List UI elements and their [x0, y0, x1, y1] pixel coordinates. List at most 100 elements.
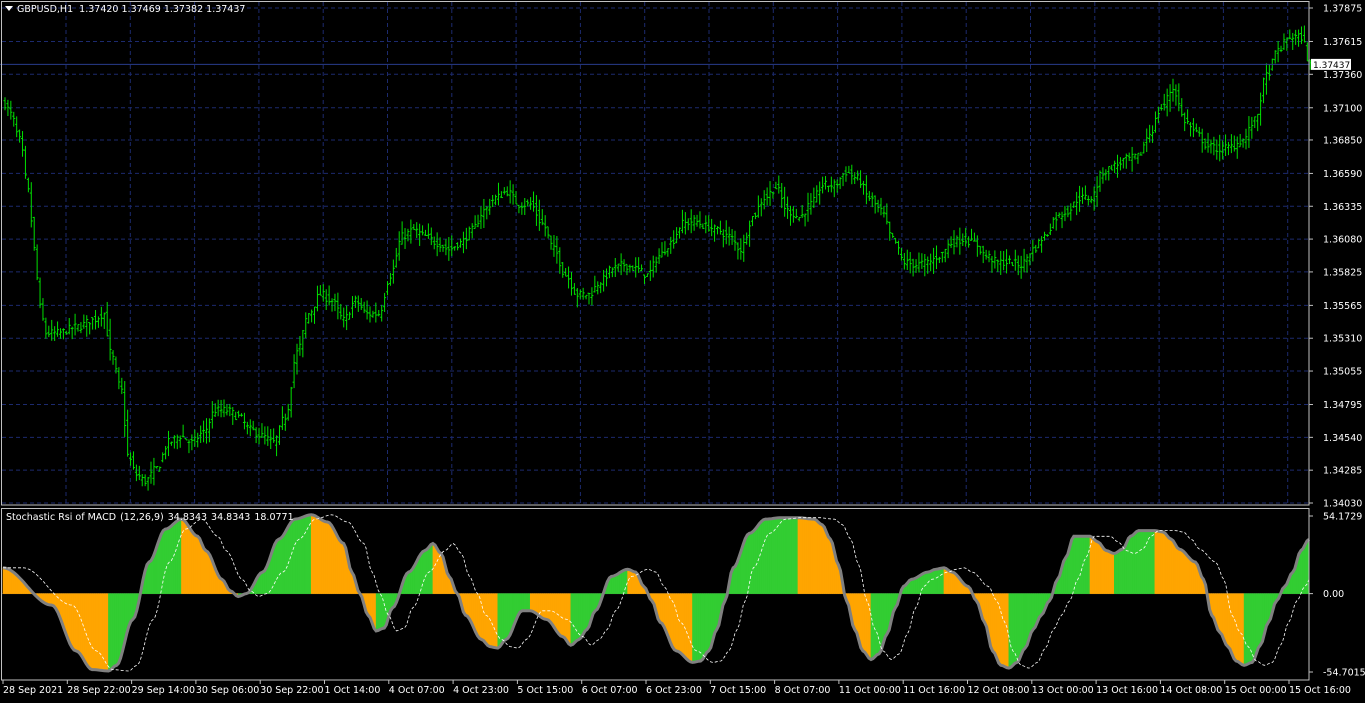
histogram-segment — [1238, 594, 1240, 663]
price-label: 1.34540 — [1323, 433, 1362, 444]
histogram-segment — [699, 594, 701, 662]
histogram-segment — [1189, 558, 1191, 594]
price-label: 1.35565 — [1323, 301, 1362, 312]
time-axis[interactable]: 28 Sep 202128 Sep 22:0029 Sep 14:0030 Se… — [2, 680, 1351, 696]
histogram-segment — [425, 550, 427, 594]
price-axis[interactable]: 1.378751.376151.373601.371001.368501.365… — [1309, 4, 1362, 510]
histogram-segment — [1096, 541, 1098, 593]
histogram-segment — [1139, 531, 1141, 594]
histogram-segment — [761, 520, 763, 594]
histogram-segment — [684, 594, 686, 659]
histogram-segment — [520, 594, 522, 612]
histogram-segment — [113, 594, 115, 669]
histogram-segment — [782, 518, 784, 594]
histogram-segment — [1226, 594, 1228, 647]
histogram-segment — [151, 557, 153, 594]
price-label: 1.34030 — [1323, 499, 1362, 510]
histogram-segment — [429, 545, 431, 594]
histogram-segment — [800, 518, 802, 594]
histogram-segment — [11, 571, 13, 594]
histogram-segment — [78, 594, 80, 654]
chart-window[interactable]: 1.378751.376151.373601.371001.368501.365… — [0, 0, 1365, 700]
histogram-segment — [1122, 547, 1124, 593]
histogram-segment — [508, 594, 510, 639]
histogram-segment — [879, 594, 881, 654]
current-price-tag: 1.37437 — [1311, 59, 1351, 71]
histogram-segment — [583, 594, 585, 635]
histogram-segment — [920, 574, 922, 593]
histogram-segment — [1161, 532, 1163, 594]
histogram-segment — [749, 533, 751, 594]
histogram-segment — [1248, 594, 1250, 664]
indicator-header[interactable]: Stochastic Rsi of MACD(12,26,9)34.834334… — [6, 512, 294, 523]
histogram-segment — [1242, 594, 1244, 666]
histogram-segment — [1116, 551, 1118, 593]
indicator-axis[interactable]: 54.17290.00-54.7015 — [1309, 512, 1365, 679]
price-label: 1.37875 — [1323, 4, 1362, 15]
histogram-segment — [94, 594, 96, 670]
histogram-segment — [952, 572, 954, 593]
histogram-segment — [1019, 594, 1021, 661]
histogram-segment — [208, 552, 210, 594]
histogram-segment — [1234, 594, 1236, 661]
histogram-segment — [3, 568, 5, 594]
time-label: 12 Oct 08:00 — [968, 685, 1030, 696]
histogram-segment — [1157, 531, 1159, 594]
histogram-segment — [496, 594, 498, 648]
histogram-segment — [940, 568, 942, 594]
histogram-segment — [338, 537, 340, 594]
histogram-segment — [688, 594, 690, 662]
histogram-segment — [119, 594, 121, 664]
histogram-segment — [1001, 594, 1003, 666]
histogram-segment — [1159, 531, 1161, 593]
histogram-segment — [1252, 594, 1254, 663]
histogram-segment — [1112, 553, 1114, 594]
collapse-triangle-icon[interactable] — [5, 6, 13, 11]
histogram-segment — [1141, 531, 1143, 594]
histogram-segment — [9, 569, 11, 593]
histogram-segment — [261, 572, 263, 593]
price-label: 1.35055 — [1323, 367, 1362, 378]
histogram-segment — [944, 568, 946, 594]
histogram-segment — [1005, 594, 1007, 668]
time-label: 29 Sep 14:00 — [132, 685, 195, 696]
histogram-segment — [563, 594, 565, 638]
histogram-segment — [709, 594, 711, 651]
histogram-segment — [802, 518, 804, 594]
histogram-segment — [321, 520, 323, 594]
histogram-segment — [1017, 594, 1019, 663]
price-pane[interactable] — [0, 0, 1310, 505]
histogram-segment — [1118, 550, 1120, 594]
histogram-segment — [818, 522, 820, 594]
symbol-header[interactable]: GBPUSD,H1 1.37420 1.37469 1.37382 1.3743… — [5, 4, 245, 15]
histogram-segment — [938, 569, 940, 594]
histogram-segment — [1301, 549, 1303, 594]
histogram-segment — [536, 594, 538, 615]
histogram-segment — [423, 551, 425, 594]
histogram-segment — [1126, 538, 1128, 593]
histogram-segment — [532, 594, 534, 613]
price-label: 1.36850 — [1323, 135, 1362, 146]
histogram-segment — [581, 594, 583, 638]
histogram-segment — [820, 524, 822, 594]
histogram-segment — [753, 529, 755, 594]
histogram-segment — [662, 594, 664, 627]
histogram-segment — [686, 594, 688, 661]
histogram-segment — [776, 518, 778, 594]
histogram-segment — [873, 594, 875, 659]
histogram-segment — [1173, 541, 1175, 594]
chart-canvas[interactable]: 1.378751.376151.373601.371001.368501.365… — [0, 0, 1365, 700]
histogram-segment — [190, 528, 192, 594]
histogram-segment — [622, 570, 624, 593]
histogram-segment — [1258, 594, 1260, 648]
histogram-segment — [502, 594, 504, 644]
histogram-segment — [630, 570, 632, 594]
histogram-segment — [70, 594, 72, 648]
indicator-value-2: 34.8343 — [211, 512, 250, 523]
histogram-segment — [478, 594, 480, 639]
histogram-segment — [1232, 594, 1234, 659]
histogram-segment — [1244, 594, 1246, 666]
histogram-segment — [323, 521, 325, 594]
histogram-segment — [1151, 531, 1153, 594]
histogram-segment — [1177, 548, 1179, 594]
